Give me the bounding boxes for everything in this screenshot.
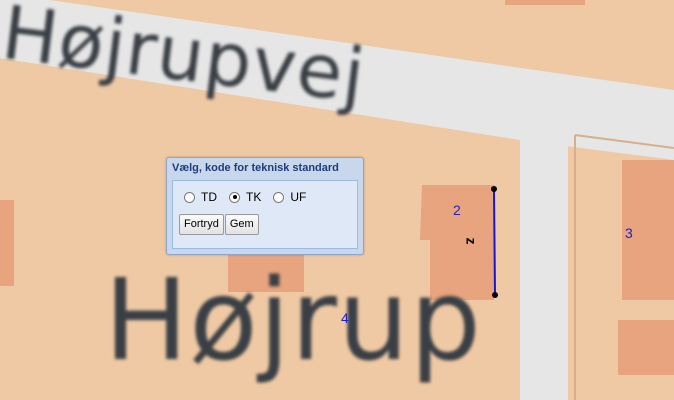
house-number: 3 [625, 225, 633, 241]
technical-standard-dialog: Vælg, kode for teknisk standard TD TK UF… [166, 157, 364, 255]
radio-td-label: TD [201, 190, 217, 204]
building [505, 0, 585, 5]
radio-option-uf[interactable]: UF [273, 190, 306, 204]
save-button[interactable]: Gem [224, 214, 259, 235]
area-name-label: Højrup [104, 256, 482, 386]
house-number: 4 [341, 310, 349, 326]
radio-option-td[interactable]: TD [184, 190, 217, 204]
segment-vertex-start[interactable] [491, 186, 497, 192]
cancel-button[interactable]: Fortryd [179, 214, 224, 235]
building [0, 200, 14, 286]
radio-tk[interactable] [229, 191, 240, 203]
road-side [520, 110, 568, 400]
segment-label: z [463, 237, 480, 245]
dialog-body: TD TK UF Fortryd Gem [172, 180, 358, 249]
selected-segment[interactable] [493, 189, 496, 296]
dialog-title: Vælg, kode for teknisk standard [172, 162, 339, 174]
radio-tk-label: TK [246, 190, 262, 204]
radio-option-tk[interactable]: TK [229, 190, 261, 204]
standard-radio-group: TD TK UF [184, 190, 318, 204]
building [618, 320, 674, 375]
segment-vertex-end[interactable] [492, 292, 498, 298]
house-number: 2 [453, 202, 461, 218]
radio-uf[interactable] [273, 191, 285, 203]
radio-uf-label: UF [290, 190, 307, 204]
dialog-buttons: Fortryd Gem [179, 214, 260, 235]
radio-td[interactable] [184, 191, 195, 203]
